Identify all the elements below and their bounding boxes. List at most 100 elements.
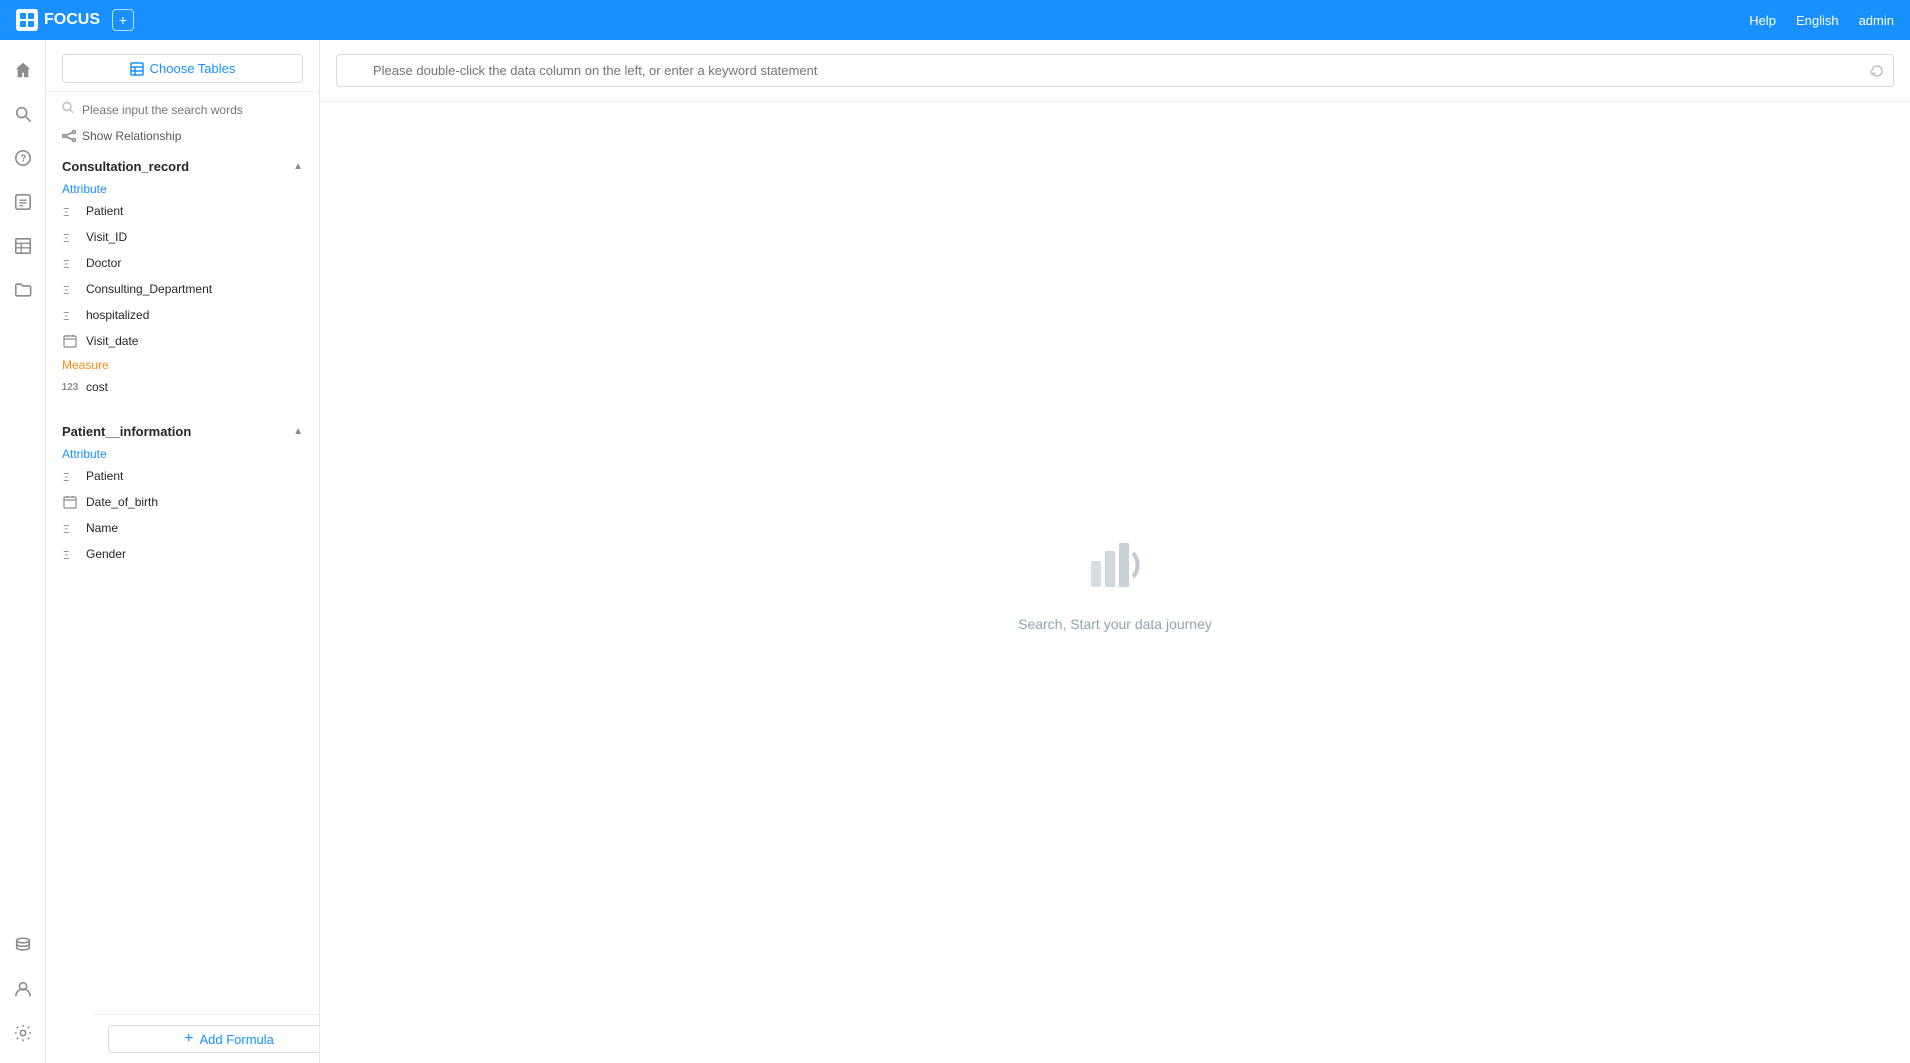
string-field-icon: Ξ <box>63 204 77 218</box>
string-field-icon-4: Ξ <box>63 282 77 296</box>
field-search-icon <box>62 101 74 116</box>
svg-text:Ξ: Ξ <box>63 471 70 483</box>
navbar-right: Help English admin <box>1749 13 1894 28</box>
navbar: FOCUS + Help English admin <box>0 0 1910 40</box>
table-name-patient-info: Patient__information <box>62 424 191 439</box>
field-search-wrapper <box>46 92 319 125</box>
svg-text:Ξ: Ξ <box>63 232 70 244</box>
string-field-icon-5: Ξ <box>63 308 77 322</box>
sidebar-item-settings[interactable] <box>5 1015 41 1051</box>
string-icon-2: Ξ <box>62 229 78 245</box>
table-section-header-consultation[interactable]: Consultation_record ▲ <box>46 151 319 178</box>
string-field-icon-2: Ξ <box>63 230 77 244</box>
main-content: Search, Start your data journey <box>320 40 1910 1063</box>
left-panel-top: Choose Tables <box>46 40 319 92</box>
left-panel: Choose Tables Show Relationship <box>46 40 320 1063</box>
table-list: Consultation_record ▲ Attribute Ξ Patien… <box>46 151 319 1063</box>
datasource-icon <box>14 936 32 954</box>
date-field-icon-2 <box>63 495 77 509</box>
svg-text:Ξ: Ξ <box>63 523 70 535</box>
main-search-wrapper <box>336 54 1894 87</box>
string-icon-6: Ξ <box>62 468 78 484</box>
language-selector[interactable]: English <box>1796 13 1839 28</box>
svg-text:Ξ: Ξ <box>63 206 70 218</box>
string-icon-4: Ξ <box>62 281 78 297</box>
empty-state-text: Search, Start your data journey <box>1018 616 1212 632</box>
string-icon-3: Ξ <box>62 255 78 271</box>
string-field-icon-8: Ξ <box>63 547 77 561</box>
field-date-of-birth[interactable]: Date_of_birth <box>46 489 319 515</box>
main-search-right-icon <box>1870 64 1884 78</box>
user-icon <box>14 980 32 998</box>
add-formula-button[interactable]: + Add Formula <box>108 1025 320 1053</box>
help-icon: ? <box>14 149 32 167</box>
show-relationship-toggle[interactable]: Show Relationship <box>46 125 319 151</box>
chart-empty-icon <box>1083 533 1147 597</box>
sidebar-item-help[interactable]: ? <box>5 140 41 176</box>
field-visit-id[interactable]: Ξ Visit_ID <box>46 224 319 250</box>
string-icon: Ξ <box>62 203 78 219</box>
section-spacer <box>46 400 319 416</box>
date-icon <box>62 333 78 349</box>
sidebar-item-table[interactable] <box>5 228 41 264</box>
string-icon-7: Ξ <box>62 520 78 536</box>
sidebar-item-folder[interactable] <box>5 272 41 308</box>
number-icon: 123 <box>62 379 78 395</box>
field-name[interactable]: Ξ Name <box>46 515 319 541</box>
home-icon <box>14 61 32 79</box>
sidebar-item-search[interactable] <box>5 96 41 132</box>
sidebar-item-report[interactable] <box>5 184 41 220</box>
field-doctor[interactable]: Ξ Doctor <box>46 250 319 276</box>
empty-state: Search, Start your data journey <box>320 102 1910 1063</box>
field-cost[interactable]: 123 cost <box>46 374 319 400</box>
sidebar-item-data-source[interactable] <box>5 927 41 963</box>
field-patient-info-patient[interactable]: Ξ Patient <box>46 463 319 489</box>
table-small-icon <box>130 62 144 76</box>
sidebar-item-home[interactable] <box>5 52 41 88</box>
chevron-up-icon-2: ▲ <box>293 426 303 437</box>
table-section-patient-info: Patient__information ▲ Attribute Ξ Patie… <box>46 416 319 567</box>
brand-logo <box>16 9 38 31</box>
svg-text:Ξ: Ξ <box>63 284 70 296</box>
main-layout: ? <box>0 40 1910 1063</box>
add-formula-bar: + Add Formula <box>92 1014 320 1063</box>
field-visit-date[interactable]: Visit_date <box>46 328 319 354</box>
measure-label-consultation: Measure <box>46 354 319 374</box>
sidebar-item-user[interactable] <box>5 971 41 1007</box>
help-link[interactable]: Help <box>1749 13 1776 28</box>
field-consulting-dept[interactable]: Ξ Consulting_Department <box>46 276 319 302</box>
relationship-icon <box>62 129 76 143</box>
chevron-up-icon: ▲ <box>293 161 303 172</box>
string-field-icon-7: Ξ <box>63 521 77 535</box>
date-icon-2 <box>62 494 78 510</box>
settings-icon <box>14 1024 32 1042</box>
svg-text:?: ? <box>20 154 26 165</box>
table-section-header-patient-info[interactable]: Patient__information ▲ <box>46 416 319 443</box>
brand: FOCUS <box>16 9 100 31</box>
choose-tables-button[interactable]: Choose Tables <box>62 54 303 83</box>
table-section-consultation: Consultation_record ▲ Attribute Ξ Patien… <box>46 151 319 400</box>
refresh-icon <box>1870 64 1884 78</box>
main-search-bar-row <box>320 40 1910 102</box>
field-patient[interactable]: Ξ Patient <box>46 198 319 224</box>
string-field-icon-3: Ξ <box>63 256 77 270</box>
user-menu[interactable]: admin <box>1859 13 1894 28</box>
string-icon-5: Ξ <box>62 307 78 323</box>
add-tab-button[interactable]: + <box>112 9 134 31</box>
attribute-label-consultation: Attribute <box>46 178 319 198</box>
field-hospitalized[interactable]: Ξ hospitalized <box>46 302 319 328</box>
brand-logo-icon <box>20 13 34 27</box>
svg-text:Ξ: Ξ <box>63 258 70 270</box>
table-name-consultation: Consultation_record <box>62 159 189 174</box>
svg-text:Ξ: Ξ <box>63 549 70 561</box>
main-search-input[interactable] <box>336 54 1894 87</box>
field-search-input[interactable] <box>62 103 303 117</box>
string-icon-8: Ξ <box>62 546 78 562</box>
svg-text:Ξ: Ξ <box>63 310 70 322</box>
report-icon <box>14 193 32 211</box>
search-icon <box>14 105 32 123</box>
navbar-left: FOCUS + <box>16 9 134 31</box>
string-field-icon-6: Ξ <box>63 469 77 483</box>
field-gender[interactable]: Ξ Gender <box>46 541 319 567</box>
table-icon <box>14 237 32 255</box>
